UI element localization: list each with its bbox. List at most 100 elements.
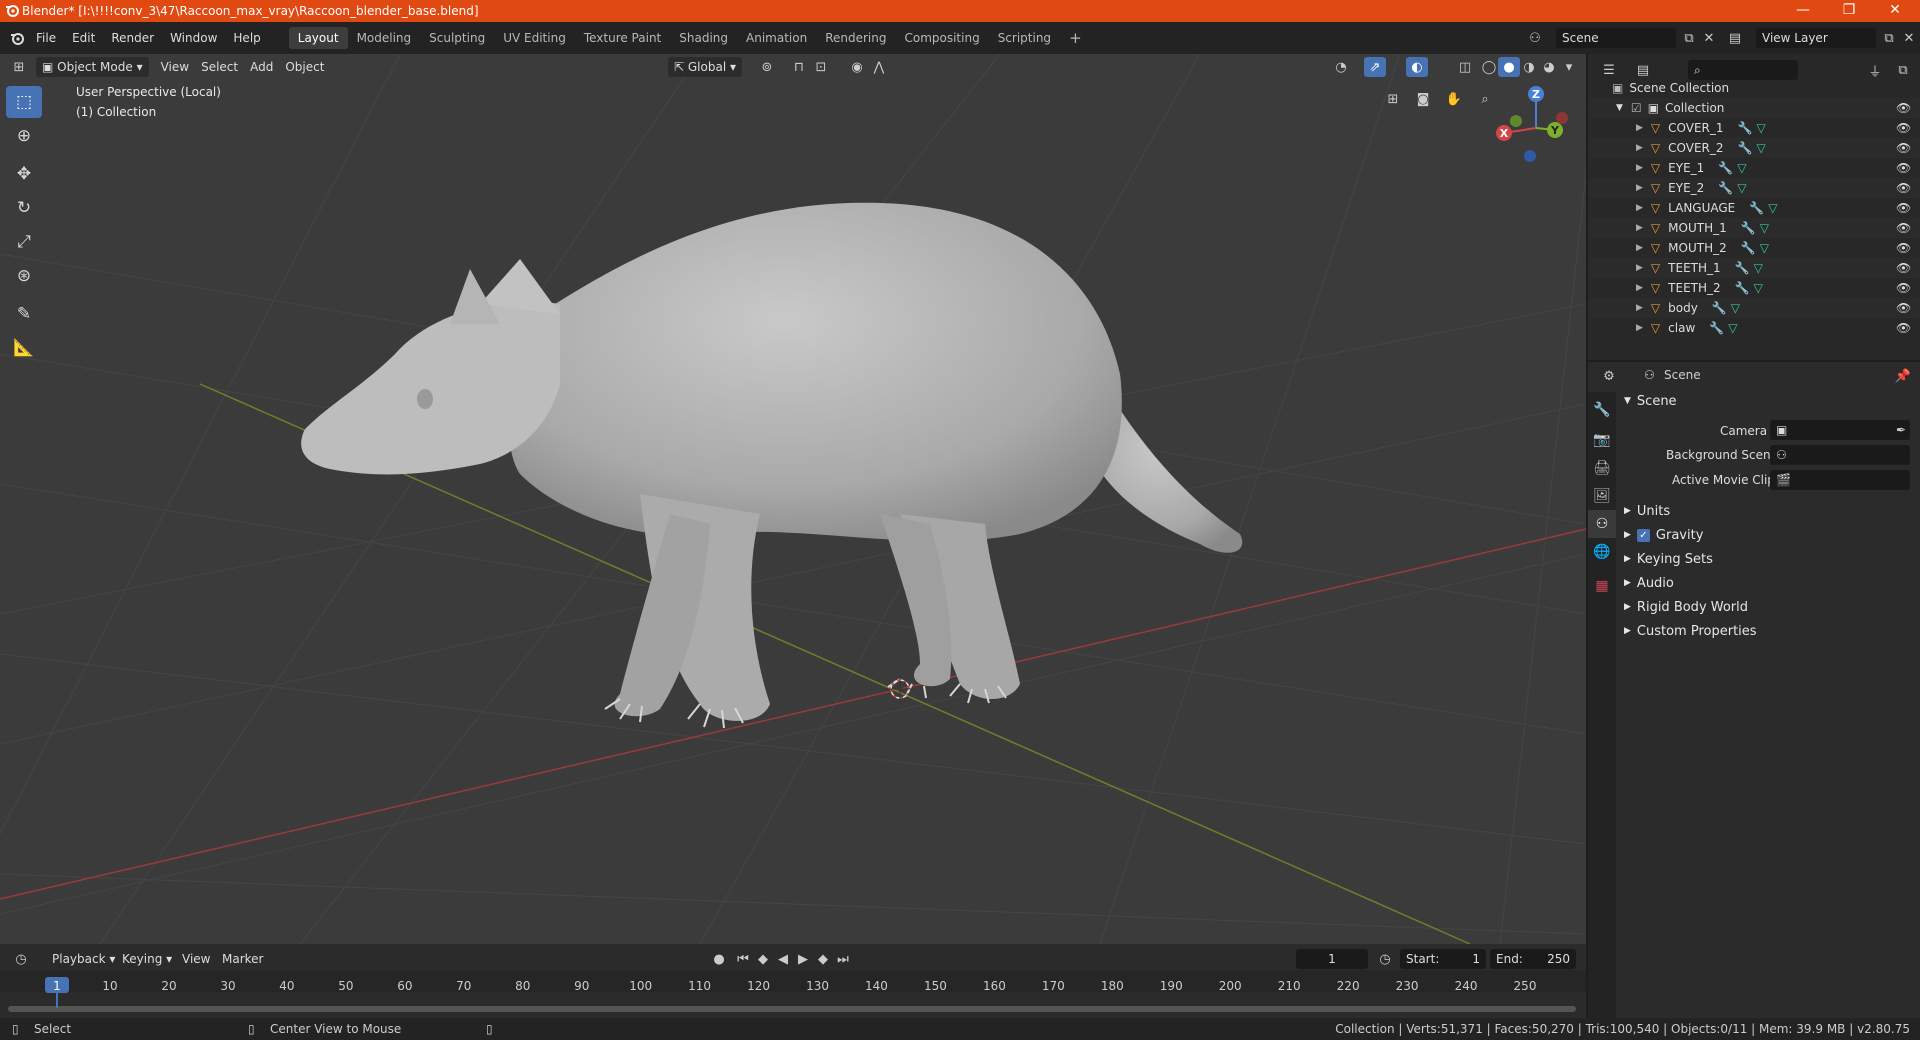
select-box-tool-icon[interactable]: ⬚ xyxy=(6,86,42,118)
proportional-edit-icon[interactable]: ◉ xyxy=(846,57,868,77)
mesh-data-icon[interactable]: ▽ xyxy=(1757,141,1766,155)
new-scene-icon[interactable]: ⧉ xyxy=(1678,28,1700,48)
gizmo-toggle-icon[interactable]: ⇗ xyxy=(1364,57,1386,77)
outliner-item-body[interactable]: ▶ ▽ body 🔧 ▽ 👁 xyxy=(1588,298,1920,318)
menu-help[interactable]: Help xyxy=(225,27,268,49)
expand-arrow-icon[interactable]: ▶ xyxy=(1636,143,1643,153)
modifier-wrench-icon[interactable]: 🔧 xyxy=(1738,121,1753,135)
active-movie-clip-field[interactable]: 🎬 xyxy=(1770,470,1910,490)
visibility-eye-icon[interactable]: 👁 xyxy=(1896,321,1911,335)
overlay-toggle-icon[interactable]: ◐ xyxy=(1406,57,1428,77)
mesh-data-icon[interactable]: ▽ xyxy=(1760,221,1769,235)
view-layer-icon[interactable]: ▤ xyxy=(1724,28,1746,48)
visibility-eye-icon[interactable]: 👁 xyxy=(1896,121,1911,135)
panel-audio[interactable]: ▶ Audio xyxy=(1624,572,1914,594)
panel-units[interactable]: ▶ Units xyxy=(1624,500,1914,522)
mesh-data-icon[interactable]: ▽ xyxy=(1737,161,1746,175)
outliner-editor-type-icon[interactable]: ☰ xyxy=(1598,60,1620,80)
navigation-gizmo[interactable]: Z X Y xyxy=(1496,86,1568,162)
display-mode-icon[interactable]: ▤ xyxy=(1632,60,1654,80)
visibility-filter-icon[interactable]: ◔ xyxy=(1330,57,1352,77)
wireframe-shading-icon[interactable]: ◯ xyxy=(1478,57,1500,77)
shading-options-icon[interactable]: ▾ xyxy=(1558,57,1580,77)
delete-view-layer-icon[interactable]: ✕ xyxy=(1898,28,1920,48)
visibility-eye-icon[interactable]: 👁 xyxy=(1896,201,1911,215)
visibility-eye-icon[interactable]: 👁 xyxy=(1896,281,1911,295)
jump-end-icon[interactable]: ⏭ xyxy=(832,949,854,969)
play-reverse-icon[interactable]: ◀ xyxy=(772,949,794,969)
menu-window[interactable]: Window xyxy=(162,27,225,49)
measure-tool-icon[interactable]: 📐 xyxy=(6,332,42,364)
expand-arrow-icon[interactable]: ▶ xyxy=(1636,183,1643,193)
mesh-data-icon[interactable]: ▽ xyxy=(1768,201,1777,215)
tab-modeling[interactable]: Modeling xyxy=(348,27,421,49)
viewport-menu-view[interactable]: View xyxy=(155,57,195,77)
xray-toggle-icon[interactable]: ◫ xyxy=(1454,57,1476,77)
visibility-eye-icon[interactable]: 👁 xyxy=(1896,181,1911,195)
modifier-wrench-icon[interactable]: 🔧 xyxy=(1709,321,1724,335)
panel-keying-sets[interactable]: ▶ Keying Sets xyxy=(1624,548,1914,570)
close-button[interactable]: ✕ xyxy=(1872,0,1918,22)
outliner-item-teeth-2[interactable]: ▶ ▽ TEETH_2 🔧 ▽ 👁 xyxy=(1588,278,1920,298)
modifier-wrench-icon[interactable]: 🔧 xyxy=(1735,281,1750,295)
visibility-eye-icon[interactable]: 👁 xyxy=(1896,301,1911,315)
scene-selector-icon[interactable]: ⚇ xyxy=(1524,28,1546,48)
properties-editor-type-icon[interactable]: ⚙ xyxy=(1598,366,1620,386)
timeline-menu-view[interactable]: View xyxy=(176,949,216,969)
transform-tool-icon[interactable]: ⊛ xyxy=(6,260,42,292)
start-frame-field[interactable]: Start: 1 xyxy=(1400,949,1486,969)
solid-shading-icon[interactable]: ● xyxy=(1498,57,1520,77)
outliner-search-input[interactable]: ⌕ xyxy=(1688,60,1798,80)
tab-scripting[interactable]: Scripting xyxy=(989,27,1060,49)
expand-arrow-icon[interactable]: ▶ xyxy=(1636,303,1643,313)
scene-tab-icon[interactable]: ⚇ xyxy=(1588,510,1616,538)
tab-animation[interactable]: Animation xyxy=(737,27,816,49)
mode-selector[interactable]: ▣ Object Mode ▾ xyxy=(36,57,149,77)
tab-sculpting[interactable]: Sculpting xyxy=(420,27,494,49)
modifier-wrench-icon[interactable]: 🔧 xyxy=(1718,181,1733,195)
play-icon[interactable]: ▶ xyxy=(792,949,814,969)
output-tab-icon[interactable]: 🖨 xyxy=(1588,454,1616,482)
timeline-menu-keying[interactable]: Keying ▾ xyxy=(116,949,178,969)
panel-gravity[interactable]: ▶ ✓ Gravity xyxy=(1624,524,1914,546)
camera-view-icon[interactable]: ◙ xyxy=(1412,89,1434,109)
outliner-item-eye-2[interactable]: ▶ ▽ EYE_2 🔧 ▽ 👁 xyxy=(1588,178,1920,198)
render-tab-icon[interactable]: 📷 xyxy=(1588,426,1616,454)
mesh-data-icon[interactable]: ▽ xyxy=(1731,301,1740,315)
add-workspace-button[interactable]: + xyxy=(1060,27,1091,49)
rotate-tool-icon[interactable]: ↻ xyxy=(6,192,42,224)
new-view-layer-icon[interactable]: ⧉ xyxy=(1878,28,1900,48)
end-frame-field[interactable]: End: 250 xyxy=(1490,949,1576,969)
preview-range-icon[interactable]: ◷ xyxy=(1374,949,1396,969)
modifier-wrench-icon[interactable]: 🔧 xyxy=(1749,201,1764,215)
viewport-menu-object[interactable]: Object xyxy=(279,57,330,77)
blender-menu-icon[interactable] xyxy=(6,28,28,48)
panel-rigid-body-world[interactable]: ▶ Rigid Body World xyxy=(1624,596,1914,618)
texture-tab-icon[interactable]: ▦ xyxy=(1588,572,1616,600)
modifier-wrench-icon[interactable]: 🔧 xyxy=(1741,241,1756,255)
current-frame-field[interactable]: 1 xyxy=(1296,949,1368,969)
minimize-button[interactable]: — xyxy=(1780,0,1826,22)
expand-arrow-icon[interactable]: ▶ xyxy=(1636,323,1643,333)
prev-keyframe-icon[interactable]: ◆ xyxy=(752,949,774,969)
tab-shading[interactable]: Shading xyxy=(670,27,737,49)
outliner-item-mouth-2[interactable]: ▶ ▽ MOUTH_2 🔧 ▽ 👁 xyxy=(1588,238,1920,258)
camera-field[interactable]: ▣ xyxy=(1770,420,1910,440)
tab-texture-paint[interactable]: Texture Paint xyxy=(575,27,670,49)
tab-layout[interactable]: Layout xyxy=(288,27,348,49)
3d-viewport[interactable]: Z X Y xyxy=(0,54,1586,944)
expand-arrow-icon[interactable]: ▼ xyxy=(1616,103,1623,113)
editor-type-icon[interactable]: ⊞ xyxy=(8,57,30,77)
visibility-eye-icon[interactable]: 👁 xyxy=(1896,241,1911,255)
pin-icon[interactable]: 📌 xyxy=(1892,366,1914,386)
outliner-item-language[interactable]: ▶ ▽ LANGUAGE 🔧 ▽ 👁 xyxy=(1588,198,1920,218)
visibility-eye-icon[interactable]: 👁 xyxy=(1896,261,1911,275)
collection-row[interactable]: ▼ ☑ ▣ Collection 👁 xyxy=(1588,98,1920,118)
tab-uv-editing[interactable]: UV Editing xyxy=(494,27,575,49)
record-icon[interactable]: ● xyxy=(708,949,730,969)
maximize-button[interactable]: ❐ xyxy=(1826,0,1872,22)
expand-arrow-icon[interactable]: ▶ xyxy=(1636,163,1643,173)
visibility-eye-icon[interactable]: 👁 xyxy=(1896,161,1911,175)
expand-arrow-icon[interactable]: ▶ xyxy=(1636,243,1643,253)
modifier-wrench-icon[interactable]: 🔧 xyxy=(1718,161,1733,175)
